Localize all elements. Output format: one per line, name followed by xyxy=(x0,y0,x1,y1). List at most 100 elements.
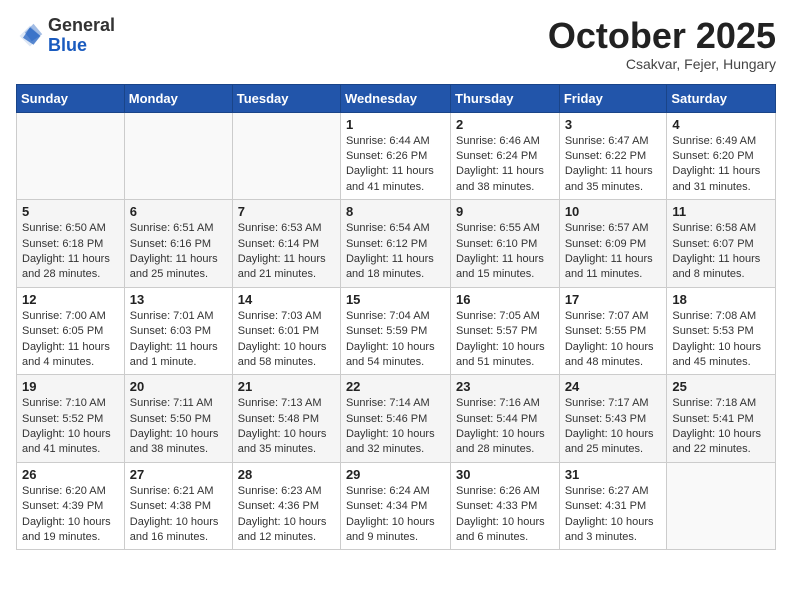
logo-text: General Blue xyxy=(48,16,115,56)
day-info: Sunrise: 6:27 AM Sunset: 4:31 PM Dayligh… xyxy=(565,484,662,546)
day-number: 15 xyxy=(346,292,445,307)
day-info: Sunrise: 6:23 AM Sunset: 4:36 PM Dayligh… xyxy=(238,484,335,546)
calendar-cell: 23Sunrise: 7:16 AM Sunset: 5:44 PM Dayli… xyxy=(451,375,560,463)
calendar-cell: 8Sunrise: 6:54 AM Sunset: 6:12 PM Daylig… xyxy=(340,200,450,288)
calendar-cell: 17 Sunrise: 7:07 AM Sunset: 5:55 PM Dayli… xyxy=(559,287,667,375)
day-number: 3 xyxy=(565,117,662,132)
day-info: Sunrise: 7:11 AM Sunset: 5:50 PM Dayligh… xyxy=(130,396,227,458)
calendar-cell: 19 Sunrise: 7:10 AM Sunset: 5:52 PM Dayli… xyxy=(17,375,125,463)
day-info: Sunrise: 7:10 AM Sunset: 5:52 PM Dayligh… xyxy=(22,396,119,458)
day-info: Sunrise: 7:14 AM Sunset: 5:46 PM Dayligh… xyxy=(346,396,445,458)
day-number: 19 xyxy=(22,379,119,394)
calendar-cell: 4 Sunrise: 6:49 AM Sunset: 6:20 PM Daylig… xyxy=(667,112,776,200)
calendar-cell: 31 Sunrise: 6:27 AM Sunset: 4:31 PM Dayli… xyxy=(559,462,667,550)
calendar-cell: 15 Sunrise: 7:04 AM Sunset: 5:59 PM Dayli… xyxy=(340,287,450,375)
day-number: 5 xyxy=(22,204,119,219)
calendar-cell: 9 Sunrise: 6:55 AM Sunset: 6:10 PM Daylig… xyxy=(451,200,560,288)
calendar-cell: 6 Sunrise: 6:51 AM Sunset: 6:16 PM Daylig… xyxy=(124,200,232,288)
day-info: Sunrise: 7:04 AM Sunset: 5:59 PM Dayligh… xyxy=(346,309,445,371)
calendar-cell: 13 Sunrise: 7:01 AM Sunset: 6:03 PM Dayli… xyxy=(124,287,232,375)
day-info: Sunrise: 6:55 AM Sunset: 6:10 PM Dayligh… xyxy=(456,221,554,283)
weekday-header-saturday: Saturday xyxy=(667,84,776,112)
calendar-cell: 21 Sunrise: 7:13 AM Sunset: 5:48 PM Dayli… xyxy=(232,375,340,463)
calendar-week-4: 19 Sunrise: 7:10 AM Sunset: 5:52 PM Dayli… xyxy=(17,375,776,463)
day-number: 14 xyxy=(238,292,335,307)
day-number: 17 xyxy=(565,292,662,307)
day-info: Sunrise: 7:07 AM Sunset: 5:55 PM Dayligh… xyxy=(565,309,662,371)
day-info: Sunrise: 6:57 AM Sunset: 6:09 PM Dayligh… xyxy=(565,221,662,283)
day-number: 2 xyxy=(456,117,554,132)
calendar-week-5: 26Sunrise: 6:20 AM Sunset: 4:39 PM Dayli… xyxy=(17,462,776,550)
day-number: 6 xyxy=(130,204,227,219)
logo-blue: Blue xyxy=(48,35,87,55)
day-number: 25 xyxy=(672,379,770,394)
day-number: 1 xyxy=(346,117,445,132)
day-info: Sunrise: 7:13 AM Sunset: 5:48 PM Dayligh… xyxy=(238,396,335,458)
calendar-cell: 5Sunrise: 6:50 AM Sunset: 6:18 PM Daylig… xyxy=(17,200,125,288)
day-info: Sunrise: 6:47 AM Sunset: 6:22 PM Dayligh… xyxy=(565,134,662,196)
day-number: 10 xyxy=(565,204,662,219)
day-info: Sunrise: 6:54 AM Sunset: 6:12 PM Dayligh… xyxy=(346,221,445,283)
page-header: General Blue October 2025 Csakvar, Fejer… xyxy=(16,16,776,72)
day-number: 7 xyxy=(238,204,335,219)
day-number: 9 xyxy=(456,204,554,219)
day-number: 31 xyxy=(565,467,662,482)
location: Csakvar, Fejer, Hungary xyxy=(548,56,776,72)
title-block: October 2025 Csakvar, Fejer, Hungary xyxy=(548,16,776,72)
weekday-header-wednesday: Wednesday xyxy=(340,84,450,112)
day-info: Sunrise: 7:08 AM Sunset: 5:53 PM Dayligh… xyxy=(672,309,770,371)
day-info: Sunrise: 6:51 AM Sunset: 6:16 PM Dayligh… xyxy=(130,221,227,283)
day-number: 21 xyxy=(238,379,335,394)
day-info: Sunrise: 7:01 AM Sunset: 6:03 PM Dayligh… xyxy=(130,309,227,371)
calendar-cell: 2 Sunrise: 6:46 AM Sunset: 6:24 PM Daylig… xyxy=(451,112,560,200)
day-info: Sunrise: 6:49 AM Sunset: 6:20 PM Dayligh… xyxy=(672,134,770,196)
calendar-cell: 27Sunrise: 6:21 AM Sunset: 4:38 PM Dayli… xyxy=(124,462,232,550)
day-info: Sunrise: 7:05 AM Sunset: 5:57 PM Dayligh… xyxy=(456,309,554,371)
day-number: 16 xyxy=(456,292,554,307)
calendar-cell: 22Sunrise: 7:14 AM Sunset: 5:46 PM Dayli… xyxy=(340,375,450,463)
day-info: Sunrise: 6:58 AM Sunset: 6:07 PM Dayligh… xyxy=(672,221,770,283)
day-number: 4 xyxy=(672,117,770,132)
day-number: 13 xyxy=(130,292,227,307)
calendar-cell: 30 Sunrise: 6:26 AM Sunset: 4:33 PM Dayli… xyxy=(451,462,560,550)
day-number: 12 xyxy=(22,292,119,307)
calendar-cell xyxy=(17,112,125,200)
logo-icon xyxy=(16,22,44,50)
day-number: 30 xyxy=(456,467,554,482)
day-number: 29 xyxy=(346,467,445,482)
logo: General Blue xyxy=(16,16,115,56)
day-info: Sunrise: 6:46 AM Sunset: 6:24 PM Dayligh… xyxy=(456,134,554,196)
logo-general: General xyxy=(48,15,115,35)
calendar-cell: 29 Sunrise: 6:24 AM Sunset: 4:34 PM Dayli… xyxy=(340,462,450,550)
month-title: October 2025 xyxy=(548,16,776,56)
calendar-week-2: 5Sunrise: 6:50 AM Sunset: 6:18 PM Daylig… xyxy=(17,200,776,288)
day-info: Sunrise: 6:26 AM Sunset: 4:33 PM Dayligh… xyxy=(456,484,554,546)
weekday-header-friday: Friday xyxy=(559,84,667,112)
calendar-cell: 26Sunrise: 6:20 AM Sunset: 4:39 PM Dayli… xyxy=(17,462,125,550)
calendar-cell: 28 Sunrise: 6:23 AM Sunset: 4:36 PM Dayli… xyxy=(232,462,340,550)
calendar-cell: 16 Sunrise: 7:05 AM Sunset: 5:57 PM Dayli… xyxy=(451,287,560,375)
weekday-header-monday: Monday xyxy=(124,84,232,112)
weekday-header-row: SundayMondayTuesdayWednesdayThursdayFrid… xyxy=(17,84,776,112)
weekday-header-thursday: Thursday xyxy=(451,84,560,112)
calendar-week-1: 1Sunrise: 6:44 AM Sunset: 6:26 PM Daylig… xyxy=(17,112,776,200)
day-number: 20 xyxy=(130,379,227,394)
day-number: 24 xyxy=(565,379,662,394)
day-info: Sunrise: 7:17 AM Sunset: 5:43 PM Dayligh… xyxy=(565,396,662,458)
calendar-cell xyxy=(232,112,340,200)
calendar-cell: 1Sunrise: 6:44 AM Sunset: 6:26 PM Daylig… xyxy=(340,112,450,200)
weekday-header-tuesday: Tuesday xyxy=(232,84,340,112)
calendar-cell: 7Sunrise: 6:53 AM Sunset: 6:14 PM Daylig… xyxy=(232,200,340,288)
calendar-cell: 20 Sunrise: 7:11 AM Sunset: 5:50 PM Dayli… xyxy=(124,375,232,463)
day-number: 28 xyxy=(238,467,335,482)
day-number: 23 xyxy=(456,379,554,394)
calendar-cell xyxy=(667,462,776,550)
calendar-cell: 10 Sunrise: 6:57 AM Sunset: 6:09 PM Dayli… xyxy=(559,200,667,288)
calendar-cell: 24 Sunrise: 7:17 AM Sunset: 5:43 PM Dayli… xyxy=(559,375,667,463)
calendar-cell: 18 Sunrise: 7:08 AM Sunset: 5:53 PM Dayli… xyxy=(667,287,776,375)
calendar-week-3: 12Sunrise: 7:00 AM Sunset: 6:05 PM Dayli… xyxy=(17,287,776,375)
calendar-cell: 25Sunrise: 7:18 AM Sunset: 5:41 PM Dayli… xyxy=(667,375,776,463)
day-number: 18 xyxy=(672,292,770,307)
day-info: Sunrise: 6:21 AM Sunset: 4:38 PM Dayligh… xyxy=(130,484,227,546)
day-info: Sunrise: 6:24 AM Sunset: 4:34 PM Dayligh… xyxy=(346,484,445,546)
